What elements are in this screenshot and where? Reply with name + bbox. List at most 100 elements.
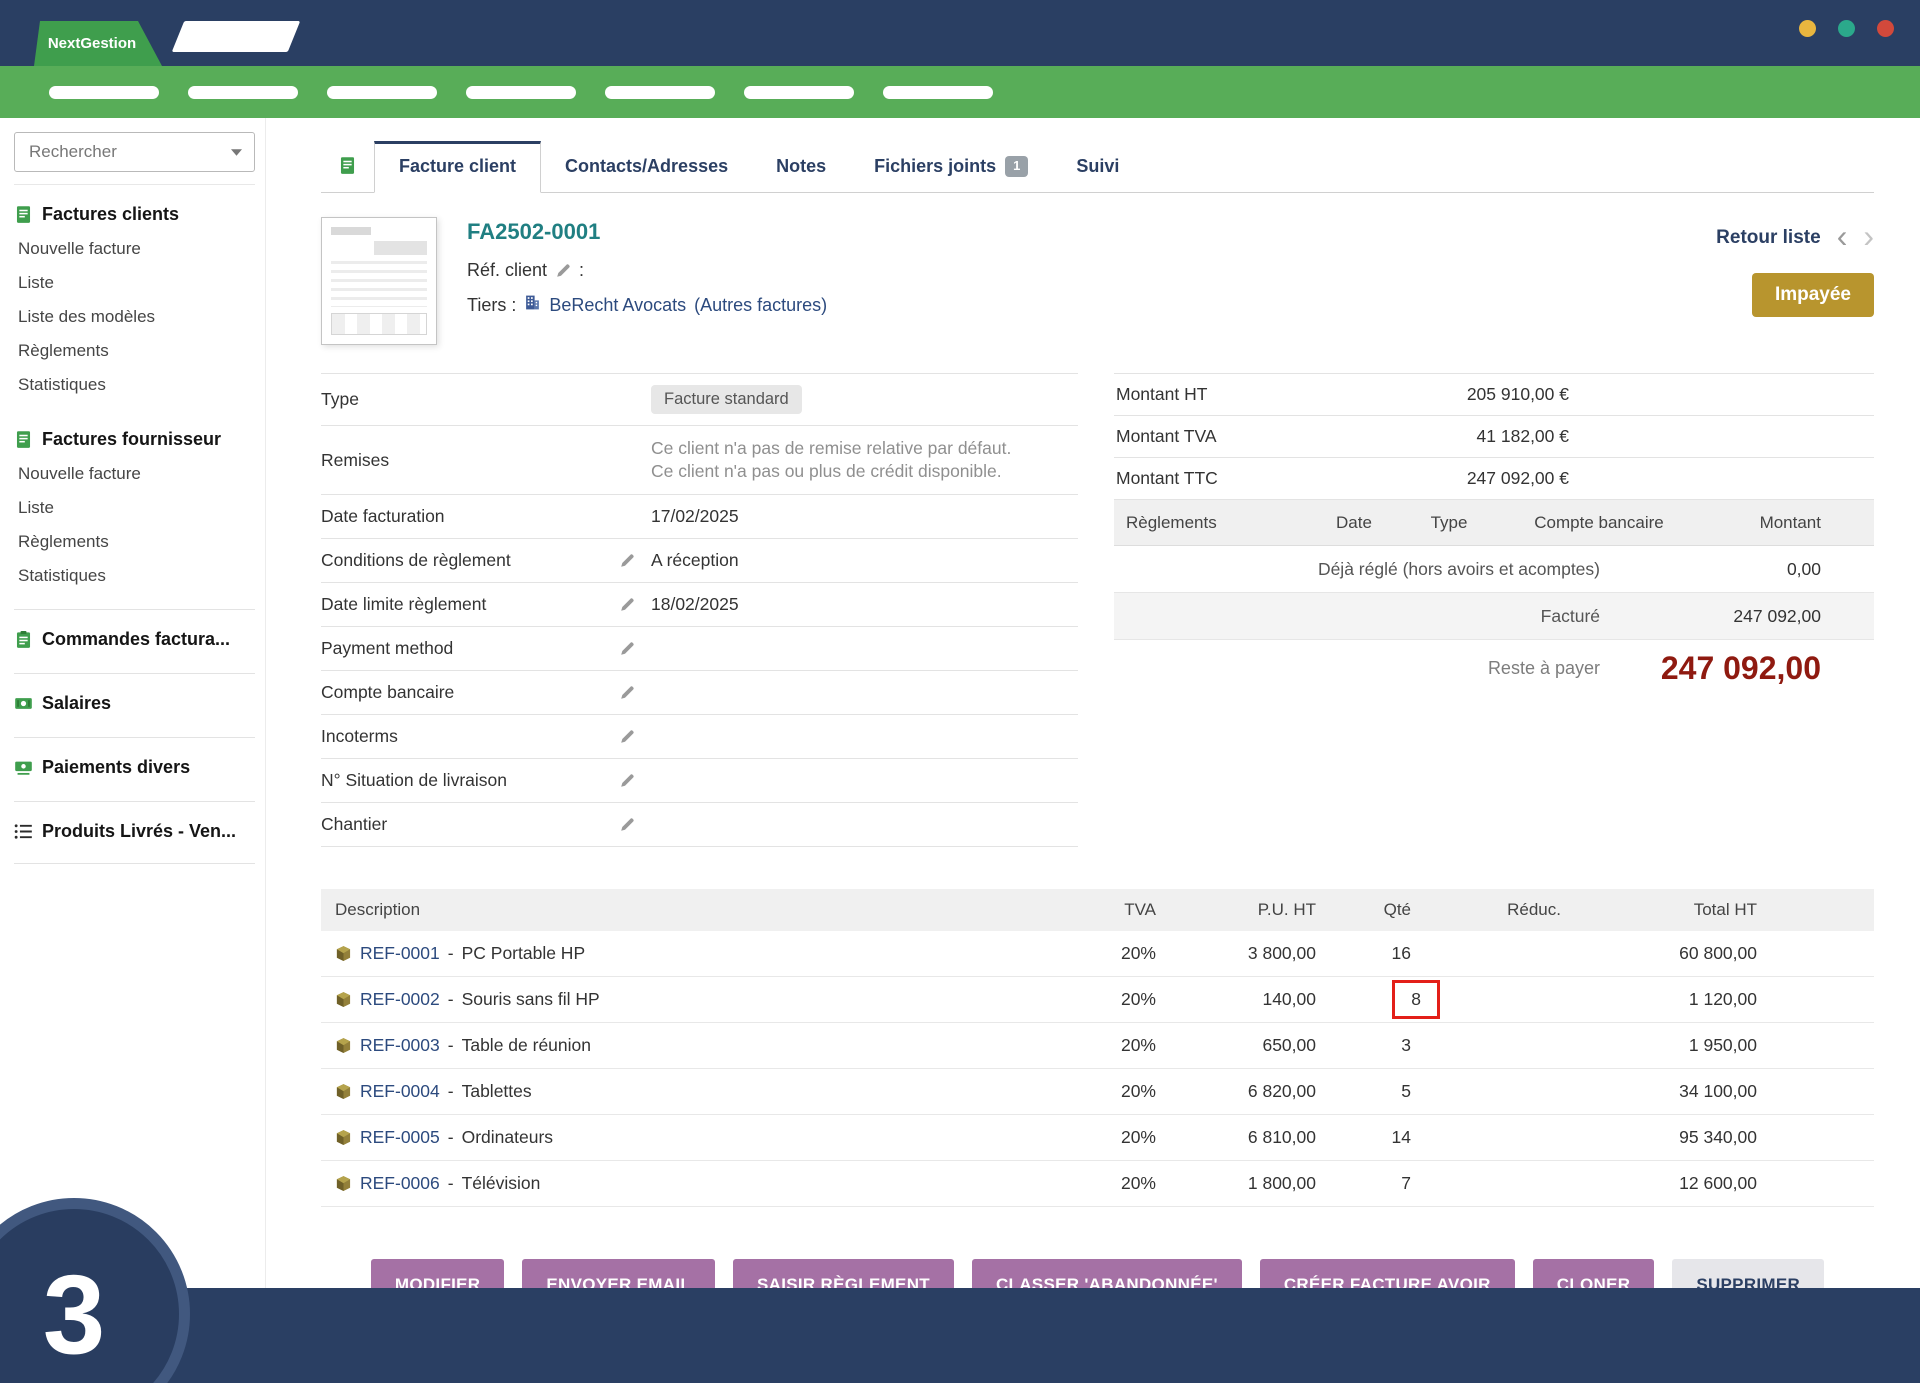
tab-label: Notes	[776, 156, 826, 177]
pencil-icon[interactable]	[619, 729, 635, 745]
product-ref-link[interactable]: REF-0005	[360, 1127, 440, 1148]
already-paid-row: Déjà réglé (hors avoirs et acomptes) 0,0…	[1114, 546, 1874, 593]
invoice-icon	[338, 156, 357, 180]
pagination-row: Retour liste ‹ ›	[1716, 227, 1874, 249]
sidebar-item-nouvelle-facture[interactable]: Nouvelle facture	[14, 457, 255, 491]
details-column: TypeFacture standardRemisesCe client n'a…	[321, 373, 1078, 847]
sidebar-item-liste-des-modeles[interactable]: Liste des modèles	[14, 300, 255, 334]
menu-item-redacted[interactable]	[188, 86, 298, 99]
brand-tab[interactable]: NextGestion	[34, 21, 162, 66]
classer-abandonnee-button[interactable]: CLASSER 'ABANDONNÉE'	[972, 1259, 1242, 1288]
detail-label: Type	[321, 389, 359, 410]
tiers-link[interactable]: BeRecht Avocats	[549, 295, 686, 316]
sidebar-item-liste[interactable]: Liste	[14, 491, 255, 525]
line-description: REF-0004 - Tablettes	[321, 1081, 1046, 1102]
product-label: Table de réunion	[462, 1035, 591, 1056]
menu-item-redacted[interactable]	[466, 86, 576, 99]
menu-item-redacted[interactable]	[605, 86, 715, 99]
pencil-icon[interactable]	[555, 263, 571, 279]
tab-suivi[interactable]: Suivi	[1052, 141, 1143, 192]
sidebar-item-statistiques[interactable]: Statistiques	[14, 559, 255, 593]
detail-label-cell: N° Situation de livraison	[321, 770, 651, 791]
product-label: Télévision	[462, 1173, 541, 1194]
redacted-browser-tab[interactable]	[172, 21, 301, 52]
step-number: 3	[43, 1250, 105, 1379]
line-qty: 7	[1316, 1173, 1411, 1194]
tab-contacts-adresses[interactable]: Contacts/Adresses	[541, 141, 752, 192]
tiers-extra-link[interactable]: (Autres factures)	[694, 295, 827, 316]
back-to-list-link[interactable]: Retour liste	[1716, 227, 1821, 249]
sidebar-item-reglements[interactable]: Règlements	[14, 525, 255, 559]
qty-highlight-box: 8	[1392, 980, 1440, 1020]
product-cube-icon	[335, 945, 352, 962]
payments-col-date: Date	[1304, 513, 1404, 533]
saisir-reglement-button[interactable]: SAISIR RÈGLEMENT	[733, 1259, 954, 1288]
sidebar-item-nouvelle-facture[interactable]: Nouvelle facture	[14, 232, 255, 266]
detail-value: A réception	[651, 550, 1078, 571]
sidebar-section-title[interactable]: Produits Livrés - Ven...	[14, 814, 255, 849]
window-control-close[interactable]	[1877, 20, 1894, 37]
menu-item-redacted[interactable]	[327, 86, 437, 99]
product-ref-link[interactable]: REF-0004	[360, 1081, 440, 1102]
menu-item-redacted[interactable]	[883, 86, 993, 99]
remaining-value: 247 092,00	[1600, 650, 1874, 687]
pencil-icon[interactable]	[619, 641, 635, 657]
amounts-column: Montant HT 205 910,00 € Montant TVA 41 1…	[1114, 373, 1874, 847]
cloner-button[interactable]: CLONER	[1533, 1259, 1655, 1288]
line-tva: 20%	[1046, 1081, 1156, 1102]
tab-badge: 1	[1005, 156, 1028, 176]
invoice-thumbnail[interactable]	[321, 217, 437, 345]
total-row-ht: Montant HT 205 910,00 €	[1114, 374, 1874, 416]
creer-facture-avoir-button[interactable]: CRÉER FACTURE AVOIR	[1260, 1259, 1515, 1288]
app-window: NextGestion Factures clientsNouvelle fac…	[0, 0, 1920, 1383]
pencil-icon[interactable]	[619, 773, 635, 789]
envoyer-email-button[interactable]: ENVOYER EMAIL	[522, 1259, 715, 1288]
payments-col-compte: Compte bancaire	[1494, 513, 1704, 533]
total-row-ttc: Montant TTC 247 092,00 €	[1114, 458, 1874, 500]
pencil-icon[interactable]	[619, 597, 635, 613]
search-input[interactable]	[27, 141, 207, 163]
pencil-icon[interactable]	[619, 817, 635, 833]
sidebar-item-statistiques[interactable]: Statistiques	[14, 368, 255, 402]
line-qty: 14	[1316, 1127, 1411, 1148]
chevron-right-icon[interactable]: ›	[1863, 227, 1874, 245]
remaining-label: Reste à payer	[1114, 658, 1600, 679]
product-ref-link[interactable]: REF-0001	[360, 943, 440, 964]
modifier-button[interactable]: MODIFIER	[371, 1259, 505, 1288]
tab-notes[interactable]: Notes	[752, 141, 850, 192]
tab-object-icon[interactable]	[321, 143, 374, 192]
search-box[interactable]	[14, 132, 255, 172]
tab-fichiers-joints[interactable]: Fichiers joints1	[850, 141, 1052, 192]
sidebar-section-title[interactable]: Commandes factura...	[14, 622, 255, 657]
tab-bar: Facture clientContacts/Adresses Notes Fich…	[321, 141, 1874, 193]
detail-label: Compte bancaire	[321, 682, 454, 703]
tab-facture-client[interactable]: Facture client	[374, 141, 541, 193]
line-row: REF-0005 - Ordinateurs20%6 810,001495 34…	[321, 1115, 1874, 1161]
sidebar-section-title[interactable]: Factures fournisseur	[14, 422, 255, 457]
sidebar-item-reglements[interactable]: Règlements	[14, 334, 255, 368]
product-label: Tablettes	[462, 1081, 532, 1102]
separator: -	[448, 989, 454, 1010]
sidebar-section-title[interactable]: Factures clients	[14, 197, 255, 232]
col-tva: TVA	[1046, 900, 1156, 920]
menu-item-redacted[interactable]	[744, 86, 854, 99]
menu-item-redacted[interactable]	[49, 86, 159, 99]
sidebar-item-liste[interactable]: Liste	[14, 266, 255, 300]
thumbnail-line	[374, 241, 427, 255]
detail-row-conditions-de-reglement: Conditions de règlementA réception	[321, 539, 1078, 583]
sidebar-section-paiements-divers: Paiements divers	[14, 737, 255, 797]
product-ref-link[interactable]: REF-0002	[360, 989, 440, 1010]
chevron-left-icon[interactable]: ‹	[1837, 227, 1848, 245]
detail-row-compte-bancaire: Compte bancaire	[321, 671, 1078, 715]
window-control-minimize[interactable]	[1799, 20, 1816, 37]
product-ref-link[interactable]: REF-0006	[360, 1173, 440, 1194]
sidebar-section-title[interactable]: Paiements divers	[14, 750, 255, 785]
payments-table: Règlements Date Type Compte bancaire Mon…	[1114, 500, 1874, 696]
product-ref-link[interactable]: REF-0003	[360, 1035, 440, 1056]
pencil-icon[interactable]	[619, 685, 635, 701]
supprimer-button[interactable]: SUPPRIMER	[1672, 1259, 1824, 1288]
window-control-maximize[interactable]	[1838, 20, 1855, 37]
pencil-icon[interactable]	[619, 553, 635, 569]
sidebar-section-title[interactable]: Salaires	[14, 686, 255, 721]
ref-client-colon: :	[579, 260, 584, 281]
